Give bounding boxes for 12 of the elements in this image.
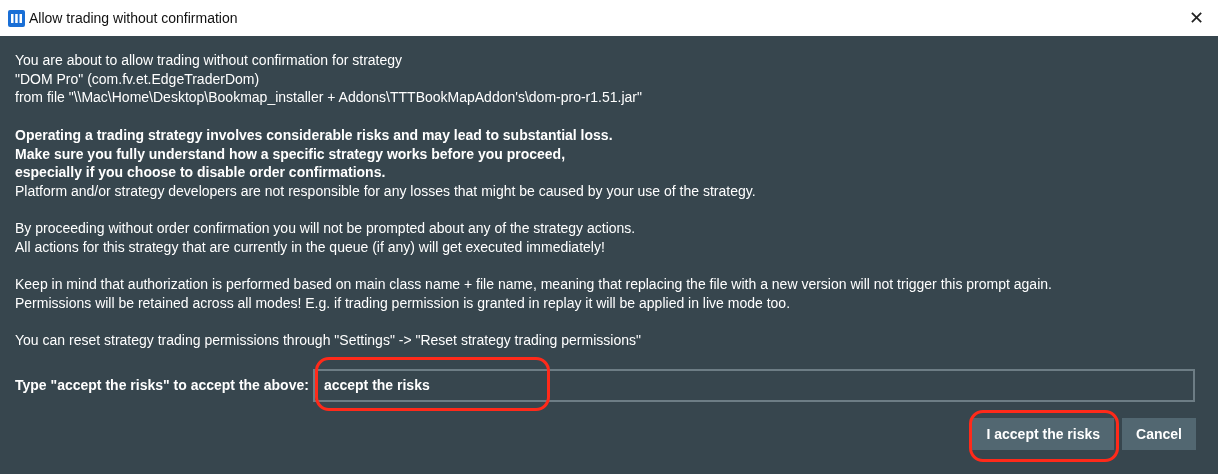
message-paragraph: By proceeding without order confirmation you will not be prompted about any of the strategy actions. All actions for this strategy that are currently in the queue (if any) will get executed immediately! [15,219,637,257]
accept-button[interactable]: I accept the risks [972,417,1115,450]
confirm-label: Type "accept the risks" to accept the above: [15,376,309,395]
message-paragraph: Keep in mind that authorization is performed based on main class name + file name, meaning that replacing the file with a new version will not trigger this prompt again. Permissions will be retained across all modes! E.g. if trading permission is granted in replay it will be applied in live mode too. [15,275,1053,313]
message-paragraph: You can reset strategy trading permissions through "Settings" -> "Reset strategy trading permissions" [15,331,642,351]
message-paragraph: You are about to allow trading without confirmation for strategy "DOM Pro" (com.fv.et.EdgeTraderDom) from file "\\Mac\Home\Desktop\Bookmap_installer + Addons\TTTBookMapAddon's\dom-pro-r1.51.jar" [15,51,643,108]
close-button[interactable]: ✕ [1183,4,1210,32]
window-title: Allow trading without confirmation [29,8,238,28]
confirm-field[interactable]: accept the risks [312,368,1195,402]
message-paragraph: Operating a trading strategy involves considerable risks and may lead to substantial loss. Make sure you fully understand how a specific strategy works before you proceed, especially if you choose to disable order confirmations. Platform and/or strategy developers are not responsible for any losses that might be caused by your use of the strategy. [15,125,757,201]
app-icon [8,9,25,27]
cancel-button[interactable]: Cancel [1122,417,1196,450]
